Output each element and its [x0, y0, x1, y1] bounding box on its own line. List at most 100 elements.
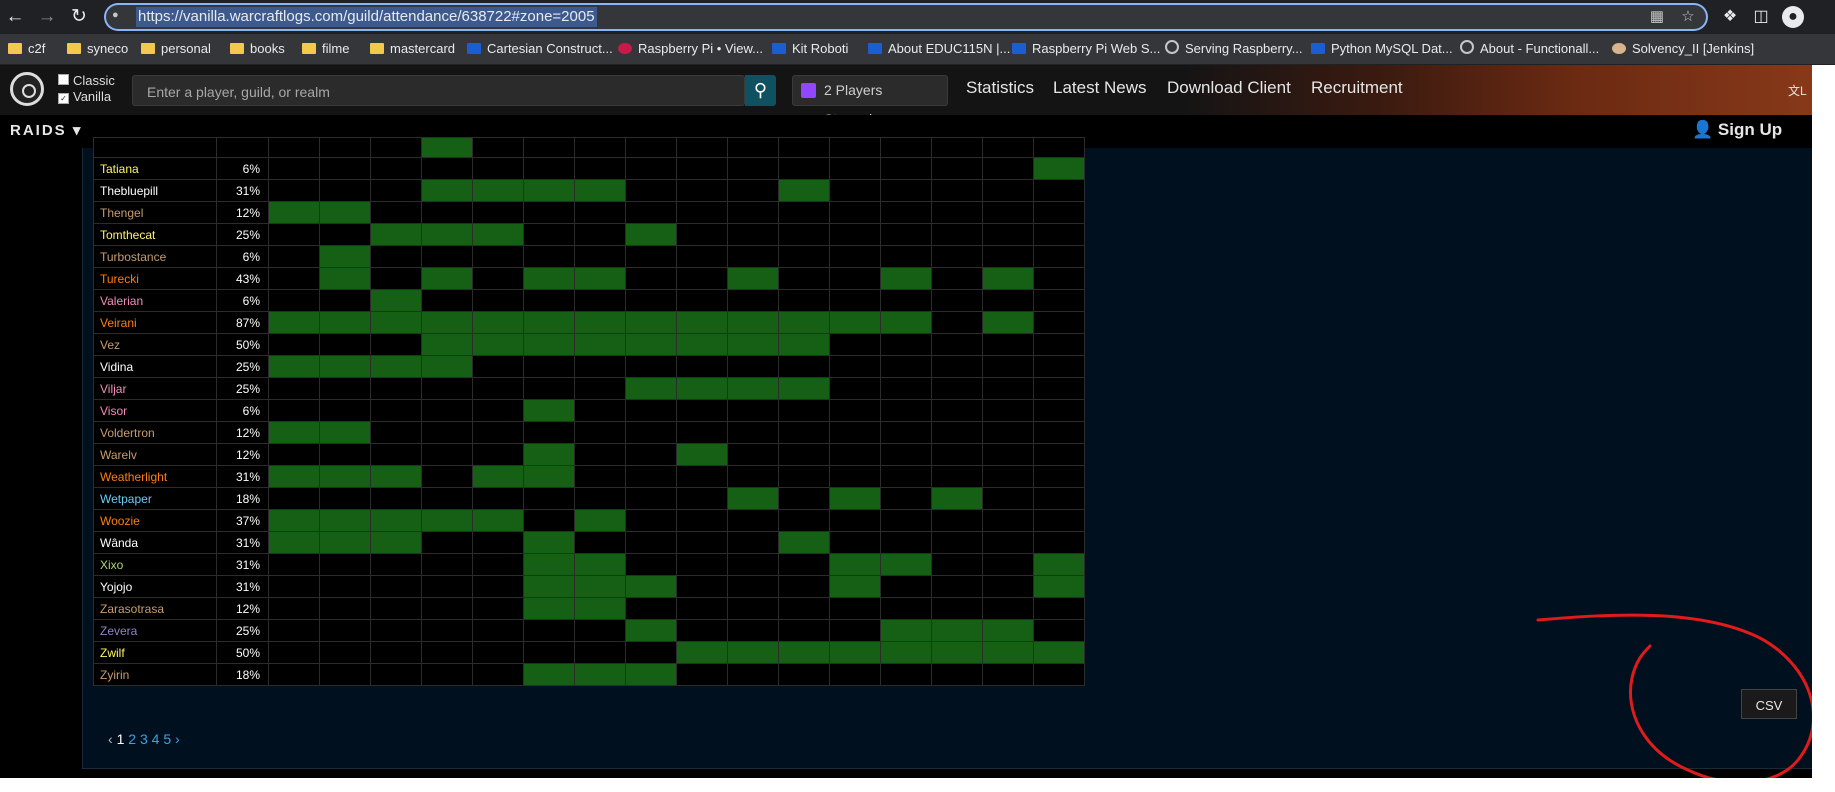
bookmark-item[interactable]: Cartesian Construct...: [467, 34, 613, 64]
bookmark-item[interactable]: mastercard: [370, 34, 455, 64]
bookmark-item[interactable]: syneco: [67, 34, 128, 64]
player-name[interactable]: Zyirin: [93, 663, 217, 686]
nav-download-client[interactable]: Download Client: [1167, 78, 1291, 98]
bookmark-item[interactable]: Solvency_II [Jenkins]: [1612, 34, 1754, 64]
raids-menu[interactable]: RAIDS ▾: [10, 121, 82, 139]
absent-cell: [778, 289, 830, 312]
player-name[interactable]: Veirani: [93, 311, 217, 334]
side-panel-icon[interactable]: ◫: [1750, 6, 1772, 28]
url-text[interactable]: https://vanilla.warcraftlogs.com/guild/a…: [136, 7, 597, 27]
player-name[interactable]: Woozie: [93, 509, 217, 532]
nav-latest-news[interactable]: Latest News: [1053, 78, 1147, 98]
absent-cell: [1033, 267, 1085, 290]
attended-cell: [727, 487, 779, 510]
page-link-2[interactable]: 2: [128, 731, 136, 747]
streaming-button[interactable]: 2 Players Streaming: [792, 75, 948, 115]
absent-cell: [523, 421, 575, 444]
prev-page-link[interactable]: ‹: [108, 731, 113, 747]
absent-cell: [319, 641, 371, 664]
absent-cell: [727, 619, 779, 642]
attended-cell: [523, 663, 575, 686]
sign-up-link[interactable]: 👤 Sign Up: [1692, 120, 1782, 140]
player-name[interactable]: Zarasotrasa: [93, 597, 217, 620]
warcraftlogs-logo[interactable]: [10, 72, 44, 106]
player-name[interactable]: Vidina: [93, 355, 217, 378]
bookmark-item[interactable]: Serving Raspberry...: [1165, 34, 1303, 64]
checkbox-icon[interactable]: [58, 74, 69, 85]
bookmark-item[interactable]: filme: [302, 34, 349, 64]
reload-icon[interactable]: ↻: [66, 4, 92, 30]
back-arrow-icon[interactable]: ←: [2, 4, 28, 30]
player-name[interactable]: Valerian: [93, 289, 217, 312]
bookmark-item[interactable]: books: [230, 34, 285, 64]
absent-cell: [472, 157, 524, 180]
player-name[interactable]: Voldertron: [93, 421, 217, 444]
attendance-percent: 25%: [216, 377, 269, 400]
attendance-cell: [268, 137, 320, 158]
player-name[interactable]: Visor: [93, 399, 217, 422]
bookmark-item[interactable]: personal: [141, 34, 211, 64]
extensions-puzzle-icon[interactable]: ❖: [1719, 6, 1741, 28]
checkmark-icon[interactable]: ✓: [58, 93, 69, 104]
profile-incognito-icon[interactable]: ●: [1782, 6, 1804, 28]
absent-cell: [472, 575, 524, 598]
next-page-link[interactable]: ›: [175, 731, 180, 747]
absent-cell: [1033, 399, 1085, 422]
version-classic-option[interactable]: Classic: [58, 73, 115, 88]
bookmark-item[interactable]: Python MySQL Dat...: [1311, 34, 1453, 64]
version-vanilla-option[interactable]: ✓ Vanilla: [58, 89, 111, 104]
player-name[interactable]: Zwilf: [93, 641, 217, 664]
absent-cell: [829, 509, 881, 532]
player-name-cut-off[interactable]: [93, 137, 217, 158]
absent-cell: [523, 619, 575, 642]
absent-cell: [625, 641, 677, 664]
player-name[interactable]: Warelv: [93, 443, 217, 466]
absent-cell: [523, 509, 575, 532]
nav-recruitment[interactable]: Recruitment: [1311, 78, 1403, 98]
absent-cell: [421, 289, 473, 312]
player-name[interactable]: Zevera: [93, 619, 217, 642]
player-name[interactable]: Thebluepill: [93, 179, 217, 202]
attendance-cell: [523, 137, 575, 158]
absent-cell: [370, 553, 422, 576]
bookmark-item[interactable]: About EDUC115N |...: [868, 34, 1010, 64]
absent-cell: [727, 509, 779, 532]
lock-icon[interactable]: ●: [112, 8, 126, 22]
player-name[interactable]: Turbostance: [93, 245, 217, 268]
player-name[interactable]: Tatiana: [93, 157, 217, 180]
player-name[interactable]: Wânda: [93, 531, 217, 554]
player-name[interactable]: Xixo: [93, 553, 217, 576]
page-link-3[interactable]: 3: [140, 731, 148, 747]
bookmark-item[interactable]: Raspberry Pi Web S...: [1012, 34, 1160, 64]
page-link-4[interactable]: 4: [152, 731, 160, 747]
player-row: Thengel 12%: [93, 201, 1085, 224]
qr-code-icon[interactable]: ▦: [1647, 7, 1667, 27]
player-name[interactable]: Weatherlight: [93, 465, 217, 488]
attended-cell: [1033, 157, 1085, 180]
player-name[interactable]: Wetpaper: [93, 487, 217, 510]
bookmark-item[interactable]: About - Functionall...: [1460, 34, 1599, 64]
player-name[interactable]: Thengel: [93, 201, 217, 224]
bookmark-item[interactable]: Kit Roboti: [772, 34, 848, 64]
nav-statistics[interactable]: Statistics: [966, 78, 1034, 98]
absent-cell: [931, 377, 983, 400]
page-bottom-edge: [0, 778, 1835, 792]
search-icon[interactable]: ⚲: [745, 75, 776, 106]
attendance-percent: 12%: [216, 443, 269, 466]
absent-cell: [1033, 355, 1085, 378]
star-icon[interactable]: ☆: [1678, 7, 1698, 27]
language-selector[interactable]: 文L: [1788, 82, 1807, 99]
player-name[interactable]: Vez: [93, 333, 217, 356]
player-row: Voldertron 12%: [93, 421, 1085, 444]
page-link-5[interactable]: 5: [163, 731, 171, 747]
player-name[interactable]: Tomthecat: [93, 223, 217, 246]
player-name[interactable]: Viljar: [93, 377, 217, 400]
player-name[interactable]: Yojojo: [93, 575, 217, 598]
forward-arrow-icon[interactable]: →: [34, 4, 60, 30]
bookmark-item[interactable]: Raspberry Pi • View...: [618, 34, 763, 64]
bookmark-item[interactable]: c2f: [8, 34, 45, 64]
attended-cell: [931, 641, 983, 664]
search-input[interactable]: [145, 76, 739, 107]
absent-cell: [880, 663, 932, 686]
player-name[interactable]: Turecki: [93, 267, 217, 290]
